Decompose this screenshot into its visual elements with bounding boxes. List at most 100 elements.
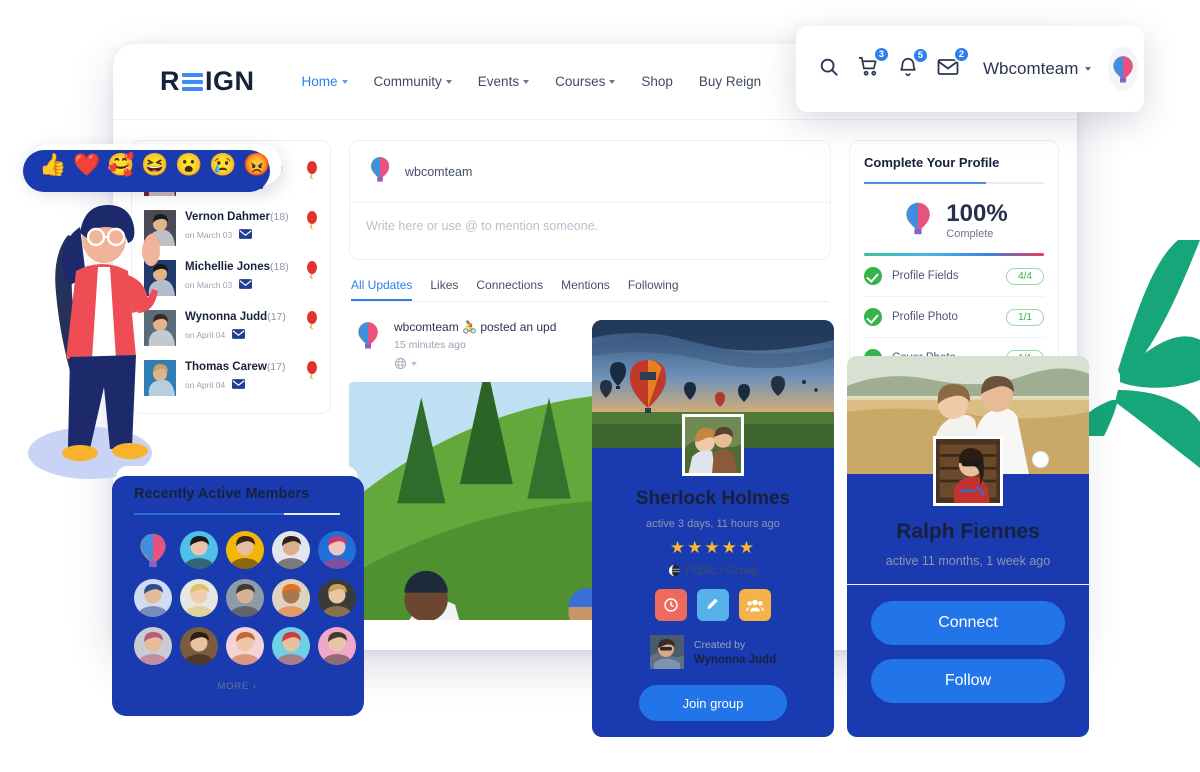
recently-active-title: Recently Active Members: [134, 486, 310, 502]
logo-bars-icon: [182, 72, 203, 91]
member-avatar[interactable]: [318, 627, 356, 665]
member-avatar[interactable]: [180, 579, 218, 617]
member-avatar[interactable]: [226, 531, 264, 569]
post-action: posted an upd: [480, 320, 557, 334]
birthday-date: on April 04: [185, 380, 226, 391]
feed-tab-connections[interactable]: Connections: [476, 278, 543, 301]
birthday-date: on April 04: [185, 330, 226, 341]
activity-icon[interactable]: [655, 589, 687, 621]
birthday-name: Wynonna Judd(17): [185, 311, 286, 323]
member-avatar[interactable]: [272, 531, 310, 569]
send-message-icon[interactable]: [239, 279, 253, 291]
group-name: Sherlock Holmes: [635, 488, 791, 509]
group-avatar[interactable]: [682, 414, 744, 476]
chevron-down-icon: [445, 79, 452, 84]
wow-reaction[interactable]: 😮: [174, 150, 204, 180]
members-icon[interactable]: [739, 589, 771, 621]
member-avatar[interactable]: [180, 531, 218, 569]
member-avatar[interactable]: [180, 627, 218, 665]
nav-item-courses[interactable]: Courses: [555, 74, 616, 89]
birthday-info: Wynonna Judd(17) on April 04: [185, 310, 297, 341]
send-message-icon[interactable]: [232, 379, 246, 391]
birthday-age: (18): [270, 211, 289, 223]
nav-item-home[interactable]: Home: [302, 74, 348, 89]
love-reaction[interactable]: ❤️: [72, 150, 102, 180]
more-link[interactable]: MORE ›: [134, 681, 340, 692]
star-icon[interactable]: ★: [704, 538, 721, 557]
chevron-down-icon: [1085, 67, 1092, 71]
care-reaction[interactable]: 🥰: [106, 150, 136, 180]
follow-button[interactable]: Follow: [871, 659, 1065, 703]
post-emoji-icon: 🚴: [462, 320, 477, 334]
birthday-date: on March 03: [185, 230, 233, 241]
user-avatar[interactable]: [1108, 47, 1139, 91]
member-avatar[interactable]: [226, 579, 264, 617]
birthday-age: (17): [266, 361, 286, 373]
member-avatar[interactable]: [318, 531, 356, 569]
reign-logo[interactable]: R IGN: [160, 66, 255, 97]
nav-item-community[interactable]: Community: [374, 74, 452, 89]
star-icon[interactable]: ★: [670, 538, 687, 557]
recently-active-members-widget: Recently Active Members MORE ›: [112, 466, 364, 716]
send-message-icon[interactable]: [232, 329, 246, 341]
member-avatar[interactable]: [134, 627, 172, 665]
feed-tab-mentions[interactable]: Mentions: [561, 278, 610, 301]
post-author-avatar[interactable]: [353, 320, 383, 370]
nav-links: Home Community Events Courses Shop Buy R…: [302, 74, 762, 89]
post-time: 15 minutes ago: [394, 339, 466, 351]
envelope-icon[interactable]: 2: [936, 45, 970, 84]
post-meta: wbcomteam 🚴 posted an upd 15 minutes ago: [394, 320, 556, 370]
member-name: Ralph Fiennes: [896, 520, 1040, 543]
bell-icon[interactable]: 5: [897, 46, 929, 83]
nav-item-shop[interactable]: Shop: [641, 74, 673, 89]
completion-item-count: 1/1: [1006, 308, 1044, 326]
birthday-date-row: on April 04: [185, 329, 297, 341]
cart-icon[interactable]: 3: [857, 46, 890, 83]
group-rating[interactable]: ★★★★★: [592, 538, 834, 558]
feed-tab-likes[interactable]: Likes: [430, 278, 458, 301]
member-avatar[interactable]: [226, 627, 264, 665]
search-icon[interactable]: [818, 56, 840, 83]
logo-text-prefix: R: [160, 66, 180, 96]
feed-tabs: All Updates Likes Connections Mentions Follo…: [351, 278, 829, 302]
post-author[interactable]: wbcomteam: [394, 320, 459, 334]
post-privacy[interactable]: [394, 357, 556, 370]
birthday-info: Vernon Dahmer(18) on March 03: [185, 210, 297, 241]
send-message-icon[interactable]: [239, 229, 253, 241]
reaction-bar: 👍 ❤️ 🥰 😆 😮 😢 😡: [23, 144, 282, 192]
angry-reaction[interactable]: 😡: [242, 150, 272, 180]
edit-pencil-icon[interactable]: [697, 589, 729, 621]
star-icon[interactable]: ★: [687, 538, 704, 557]
completion-item-label: Profile Photo: [892, 311, 958, 323]
creator-avatar[interactable]: [649, 635, 684, 669]
sad-reaction[interactable]: 😢: [208, 150, 238, 180]
connect-button[interactable]: Connect: [871, 601, 1065, 645]
star-icon[interactable]: ★: [722, 538, 739, 557]
nav-item-label: Shop: [641, 74, 673, 89]
member-avatar[interactable]: [272, 627, 310, 665]
member-avatar[interactable]: [933, 436, 1003, 506]
chevron-down-icon: [609, 79, 616, 84]
nav-item-buy-reign[interactable]: Buy Reign: [699, 74, 761, 89]
page-root: R IGN Home Community Events Courses Shop…: [0, 0, 1200, 772]
member-avatar[interactable]: [318, 579, 356, 617]
haha-reaction[interactable]: 😆: [140, 150, 170, 180]
member-avatar[interactable]: [134, 579, 172, 617]
user-menu[interactable]: Wbcomteam: [983, 59, 1092, 79]
composer-input[interactable]: Write here or use @ to mention someone.: [350, 203, 830, 259]
feed-tab-all-updates[interactable]: All Updates: [351, 278, 412, 301]
nav-item-events[interactable]: Events: [478, 74, 530, 89]
birthday-date-row: on March 03: [185, 229, 297, 241]
post-composer[interactable]: wbcomteam Write here or use @ to mention…: [349, 140, 831, 260]
member-avatar[interactable]: [272, 579, 310, 617]
member-avatar-grid: [134, 531, 356, 665]
join-group-button[interactable]: Join group: [639, 685, 787, 721]
like-reaction[interactable]: 👍: [38, 150, 68, 180]
star-icon[interactable]: ★: [739, 538, 756, 557]
birthday-info: Thomas Carew(17) on April 04: [185, 360, 297, 391]
member-avatar-balloon[interactable]: [134, 531, 172, 569]
group-actions: [592, 589, 834, 621]
feed-tab-following[interactable]: Following: [628, 278, 679, 301]
nav-item-label: Community: [373, 74, 442, 89]
birthday-age: (18): [270, 261, 289, 273]
